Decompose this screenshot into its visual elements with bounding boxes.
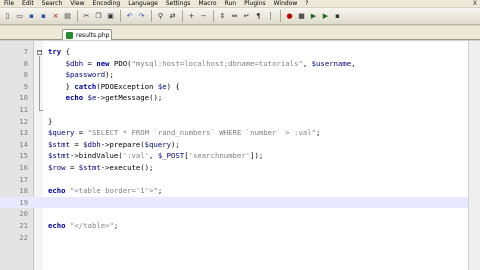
tab-results-php[interactable]: results.php [62, 29, 112, 40]
code-line[interactable]: 21 echo "</table>"; [0, 220, 468, 232]
line-number: 16 [19, 162, 28, 172]
menu-encoding[interactable]: Encoding [89, 0, 125, 7]
line-number: 17 [19, 174, 28, 184]
paste-icon[interactable]: ▣ [105, 11, 116, 22]
open-folder-icon[interactable]: ▭ [14, 11, 25, 22]
menu-run[interactable]: Run [221, 0, 241, 7]
word-wrap-icon[interactable]: ↵ [241, 11, 252, 22]
close-file-icon[interactable]: × [50, 11, 61, 22]
save-all-icon[interactable]: ▪ [38, 11, 49, 22]
zoom-in-icon[interactable]: + [186, 11, 197, 22]
toolbar-separator [120, 10, 121, 22]
menu-view[interactable]: View [66, 0, 88, 7]
show-all-chars-icon[interactable]: ¶ [253, 11, 264, 22]
save-macro-icon[interactable]: ▪ [332, 11, 343, 22]
play-macro-icon[interactable]: ▶ [308, 11, 319, 22]
line-number: 12 [19, 116, 28, 126]
vertical-scrollbar[interactable] [468, 41, 480, 270]
menu-help[interactable]: ? [301, 0, 312, 7]
print-icon[interactable]: ▤ [62, 11, 73, 22]
line-number: 15 [19, 151, 28, 161]
line-number: 20 [19, 209, 28, 219]
code-text: $row = $stmt->execute(); [48, 162, 154, 172]
code-text: echo $e->getMessage(); [65, 93, 163, 103]
menu-bar: File Edit Search View Encoding Language Settin… [0, 0, 480, 7]
menu-window[interactable]: Window [270, 0, 302, 7]
code-line[interactable]: 20 [0, 208, 468, 220]
toolbar: ▯ ▭ ▪ ▪ × ▤ ✂ ❐ ▣ ↶ ↷ ⚲ ⇄ + − ⇕ ⇔ ↵ ¶ ┆ ● ■ ▶ ▶ ▪ [0, 8, 480, 25]
line-number: 8 [23, 70, 28, 80]
line-number: 10 [19, 93, 28, 103]
code-line[interactable]: 9 } catch(PDOException $e) { [0, 81, 468, 93]
line-number: 14 [19, 139, 28, 149]
code-text: } [48, 116, 53, 126]
php-file-icon [66, 31, 73, 39]
find-icon[interactable]: ⚲ [155, 11, 166, 22]
line-number: 11 [19, 104, 28, 114]
line-number: 9 [23, 81, 28, 91]
code-text: echo "</table>"; [48, 220, 119, 230]
menu-settings[interactable]: Settings [162, 0, 195, 7]
record-macro-icon[interactable]: ● [284, 11, 295, 22]
toolbar-separator [77, 10, 78, 22]
copy-icon[interactable]: ❐ [93, 11, 104, 22]
tab-label: results.php [76, 31, 110, 39]
line-number: 21 [19, 220, 28, 230]
code-line[interactable]: 10 echo $e->getMessage(); [0, 92, 468, 104]
toolbar-separator [182, 10, 183, 22]
code-text: $stmt = $dbh->prepare($query); [48, 139, 180, 149]
code-text: echo "<table border='1'>"; [48, 186, 163, 196]
line-number: 7 [23, 47, 28, 56]
line-number: 19 [19, 197, 28, 207]
sync-horizontal-icon[interactable]: ⇔ [229, 11, 240, 22]
line-number: 13 [19, 128, 28, 138]
menu-edit[interactable]: Edit [18, 0, 38, 7]
code-line[interactable]: 13 $query = "SELECT * FROM `rand_numbers`… [0, 127, 468, 139]
line-number: 22 [19, 232, 28, 242]
code-line[interactable]: 22 [0, 232, 468, 244]
menu-plugins[interactable]: Plugins [240, 0, 270, 7]
code-text: $stmt->bindValue(':val', $_POST['searchn… [48, 151, 264, 161]
code-line[interactable]: 15 $stmt->bindValue(':val', $_POST['searc… [0, 150, 468, 162]
code-line[interactable]: 18 echo "<table border='1'>"; [0, 185, 468, 197]
code-line[interactable]: 16 $row = $stmt->execute(); [0, 162, 468, 174]
code-text: $query = "SELECT * FROM `rand_numbers` W… [48, 128, 321, 138]
code-line[interactable]: 8 $password); [0, 69, 468, 81]
code-line[interactable]: 19 [0, 196, 468, 209]
cut-icon[interactable]: ✂ [81, 11, 92, 22]
toolbar-separator [151, 10, 152, 22]
indent-guide-icon[interactable]: ┆ [265, 11, 276, 22]
code-line[interactable]: 7 try { [0, 46, 468, 58]
new-file-icon[interactable]: ▯ [2, 11, 13, 22]
menu-file[interactable]: File [0, 0, 18, 7]
code-editor[interactable]: − 7 try {8 $dbh = new PDO("mysql:host=loc… [0, 41, 480, 270]
code-line[interactable]: 14 $stmt = $dbh->prepare($query); [0, 139, 468, 151]
undo-icon[interactable]: ↶ [124, 11, 135, 22]
close-document-icon[interactable]: X [473, 0, 477, 7]
sync-vertical-icon[interactable]: ⇕ [217, 11, 228, 22]
code-line[interactable]: 11 [0, 104, 468, 116]
stop-macro-icon[interactable]: ■ [296, 11, 307, 22]
code-line[interactable]: 8 $dbh = new PDO("mysql:host=localhost;d… [0, 58, 468, 70]
code-text: $dbh = new PDO("mysql:host=localhost;dbn… [65, 58, 356, 68]
toolbar-separator [280, 10, 281, 22]
code-text: $password); [65, 70, 114, 80]
tab-bar: results.php [0, 26, 480, 40]
code-lines: 7 try { 8 $dbh = new PDO("mysql:host=local… [0, 46, 468, 243]
code-line[interactable]: 12} [0, 116, 468, 128]
run-macro-multiple-icon[interactable]: ▶ [320, 11, 331, 22]
line-number: 18 [19, 186, 28, 196]
code-text: } catch(PDOException $e) { [48, 81, 180, 91]
line-number: 8 [23, 58, 28, 68]
save-icon[interactable]: ▪ [26, 11, 37, 22]
zoom-out-icon[interactable]: − [198, 11, 209, 22]
code-line[interactable]: 17 [0, 174, 468, 186]
menu-language[interactable]: Language [124, 0, 162, 7]
toolbar-separator [213, 10, 214, 22]
redo-icon[interactable]: ↷ [136, 11, 147, 22]
replace-icon[interactable]: ⇄ [167, 11, 178, 22]
menu-macro[interactable]: Macro [194, 0, 220, 7]
menu-search[interactable]: Search [38, 0, 67, 7]
code-text: try { [48, 47, 70, 56]
